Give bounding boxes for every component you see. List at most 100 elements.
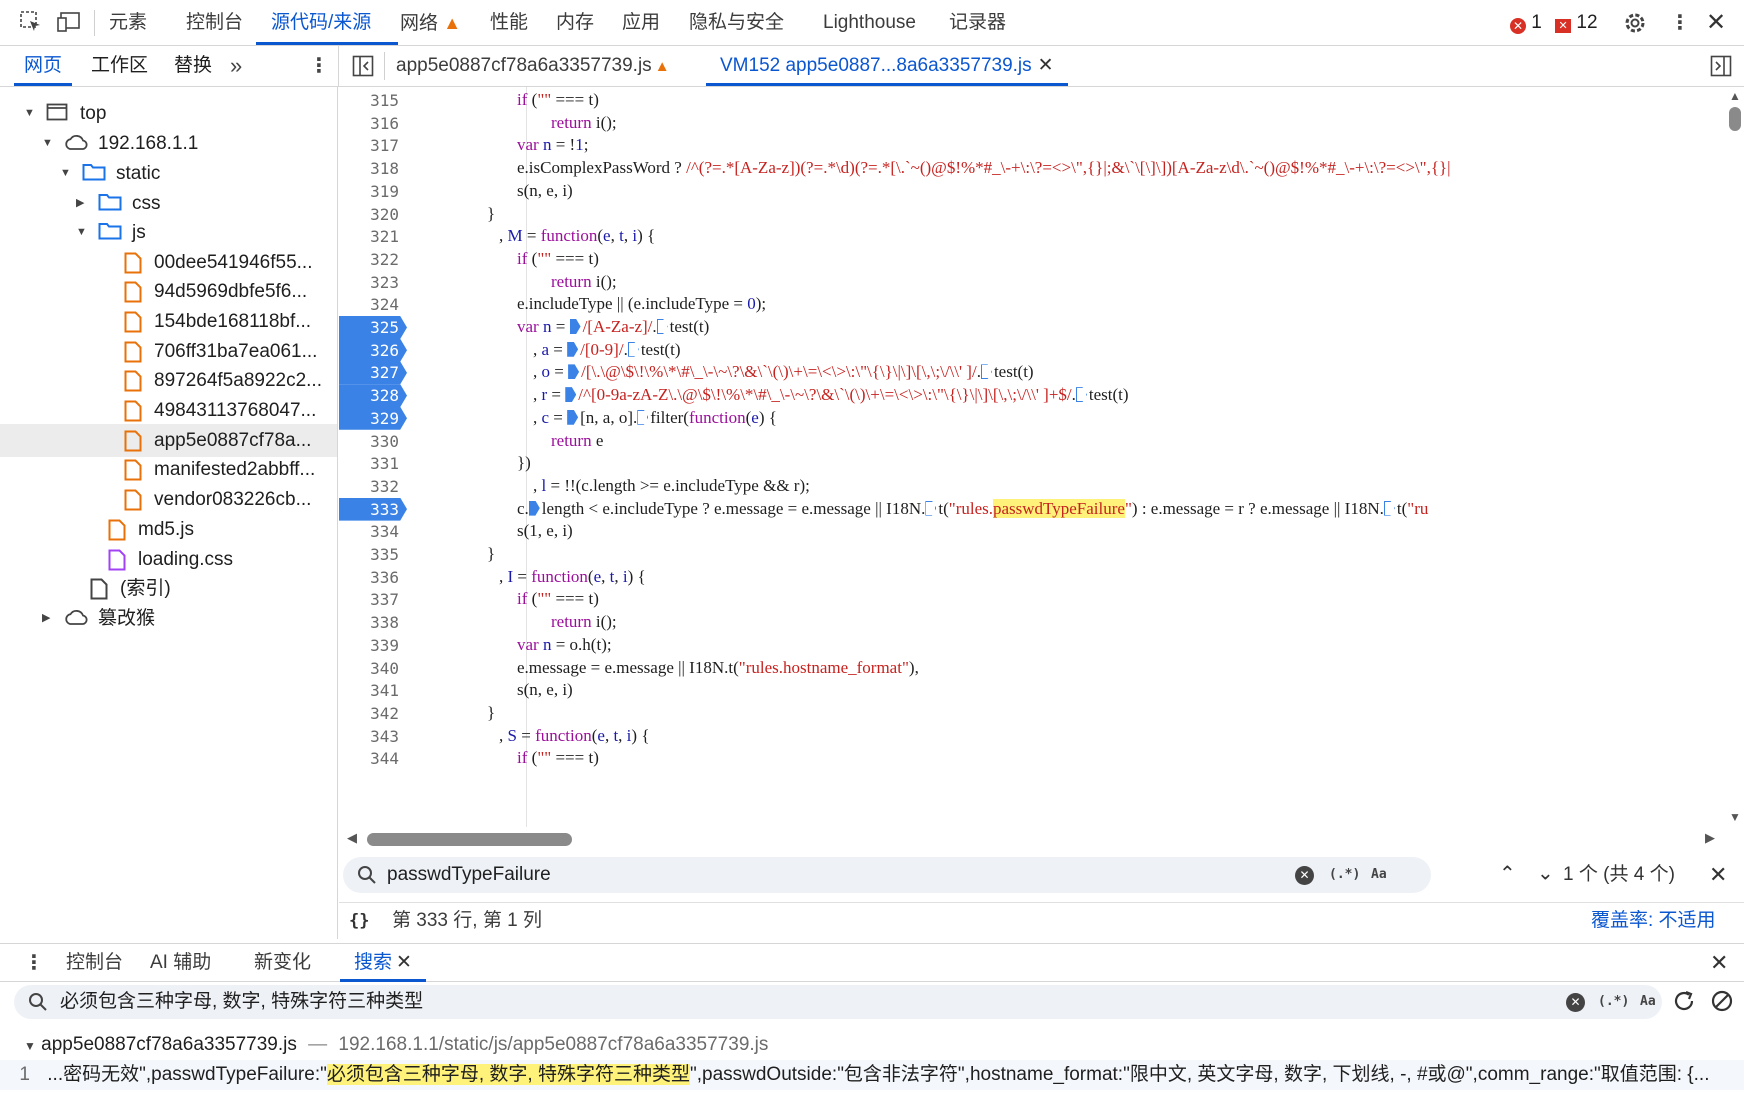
line-number[interactable]: 328 <box>339 383 399 408</box>
close-devtools-icon[interactable]: ✕ <box>1704 9 1728 37</box>
tab-privacy-security[interactable]: 隐私与安全 <box>689 0 784 45</box>
tree-item[interactable]: md5.js <box>0 513 337 546</box>
code-line[interactable]: return i(); <box>551 110 617 135</box>
code-line[interactable]: , M = function(e, t, i) { <box>499 223 655 248</box>
tab-performance[interactable]: 性能 <box>490 0 528 45</box>
tree-item[interactable]: manifested2abbff... <box>0 453 337 486</box>
tree-item[interactable]: ▼ js <box>0 216 337 249</box>
inspect-element-icon[interactable] <box>20 11 42 33</box>
global-search-input[interactable]: 必须包含三种字母, 数字, 特殊字符三种类型 <box>60 985 423 1019</box>
pretty-print-braces-icon[interactable]: {} <box>349 903 369 939</box>
more-tabs-chevron-icon[interactable]: » <box>230 46 242 86</box>
code-line[interactable]: var n = o.h(t); <box>517 632 612 657</box>
line-number[interactable]: 330 <box>339 429 399 454</box>
search-result-line[interactable]: 1 ...密码无效",passwdTypeFailure:"必须包含三种字母, … <box>0 1060 1744 1090</box>
horizontal-scrollbar[interactable]: ◀ ▶ <box>339 827 1744 851</box>
code-line[interactable]: return i(); <box>551 269 617 294</box>
line-number[interactable]: 333 <box>339 497 399 522</box>
drawer-tab-search[interactable]: 搜索 ✕ <box>340 944 426 982</box>
line-number[interactable]: 332 <box>339 474 399 499</box>
tree-item[interactable]: (索引) <box>0 572 337 605</box>
code-line[interactable]: if ("" === t) <box>517 87 599 112</box>
line-number[interactable]: 315 <box>339 88 399 113</box>
refresh-icon[interactable] <box>1672 989 1696 1013</box>
global-search-box[interactable]: 必须包含三种字母, 数字, 特殊字符三种类型 ✕ (.*) Aa <box>14 985 1662 1019</box>
line-number[interactable]: 319 <box>339 179 399 204</box>
line-number[interactable]: 335 <box>339 542 399 567</box>
tab-recorder[interactable]: 记录器 <box>949 0 1006 45</box>
tab-console[interactable]: 控制台 <box>186 0 243 45</box>
editor-tab-vm152[interactable]: VM152 app5e0887...8a6a3357739.js ✕ <box>706 46 1068 86</box>
tree-item[interactable]: vendor083226cb... <box>0 483 337 516</box>
tab-sources[interactable]: 源代码/来源 <box>256 0 398 45</box>
editor-tab-app-js[interactable]: app5e0887cf78a6a3357739.js ▲ <box>396 46 670 86</box>
drawer-tab-whats-new[interactable]: 新变化 <box>254 944 311 982</box>
close-find-icon[interactable]: ✕ <box>1709 857 1727 893</box>
code-line[interactable]: return i(); <box>551 609 617 634</box>
expanded-triangle-icon[interactable]: ▼ <box>60 157 71 190</box>
scroll-left-arrow-icon[interactable]: ◀ <box>347 830 357 846</box>
line-number[interactable]: 342 <box>339 701 399 726</box>
line-number[interactable]: 341 <box>339 678 399 703</box>
tree-item[interactable]: ▼ static <box>0 157 337 190</box>
line-number[interactable]: 340 <box>339 656 399 681</box>
line-number[interactable]: 331 <box>339 451 399 476</box>
code-line[interactable]: return e <box>551 428 603 453</box>
issue-counter[interactable]: ✕ 1 ✕ 12 <box>1510 12 1598 34</box>
find-input[interactable]: passwdTypeFailure <box>387 857 551 893</box>
vertical-scrollbar-thumb[interactable] <box>1729 107 1741 131</box>
tree-item[interactable]: 49843113768047... <box>0 394 337 427</box>
collapsed-triangle-icon[interactable]: ▶ <box>42 602 50 635</box>
tree-item[interactable]: 897264f5a8922c2... <box>0 364 337 397</box>
code-line[interactable]: , I = function(e, t, i) { <box>499 564 646 589</box>
line-number[interactable]: 320 <box>339 202 399 227</box>
tab-elements[interactable]: 元素 <box>109 0 147 45</box>
code-line[interactable]: , l = !!(c.length >= e.includeType && r)… <box>533 473 810 498</box>
code-line[interactable]: } <box>487 541 495 566</box>
settings-gear-icon[interactable] <box>1622 10 1648 36</box>
code-line[interactable]: var n = /[A-Za-z]/. test(t) <box>517 314 709 339</box>
device-toolbar-icon[interactable] <box>57 11 81 33</box>
code-line[interactable]: , c = [n, a, o]. filter(function(e) { <box>533 405 777 430</box>
horizontal-scrollbar-thumb[interactable] <box>367 833 572 846</box>
line-number[interactable]: 343 <box>339 724 399 749</box>
navigator-menu-icon[interactable]: ⋮ <box>309 52 329 80</box>
line-number[interactable]: 326 <box>339 338 399 363</box>
tree-item[interactable]: 154bde168118bf... <box>0 305 337 338</box>
code-line[interactable]: } <box>487 700 495 725</box>
scroll-up-arrow-icon[interactable]: ▲ <box>1729 89 1741 103</box>
previous-match-chevron-up-icon[interactable]: ⌃ <box>1499 861 1516 886</box>
line-number[interactable]: 325 <box>339 315 399 340</box>
code-line[interactable]: e.includeType || (e.includeType = 0); <box>517 291 766 316</box>
scroll-down-arrow-icon[interactable]: ▼ <box>1729 810 1741 824</box>
tree-item[interactable]: ▶ 篡改猴 <box>0 602 337 635</box>
code-line[interactable]: , S = function(e, t, i) { <box>499 723 649 748</box>
scroll-right-arrow-icon[interactable]: ▶ <box>1705 830 1715 846</box>
toggle-debugger-icon[interactable] <box>1710 55 1732 77</box>
regex-toggle[interactable]: (.*) <box>1329 857 1360 893</box>
tab-application[interactable]: 应用 <box>622 0 660 45</box>
line-number[interactable]: 334 <box>339 519 399 544</box>
code-line[interactable]: s(n, e, i) <box>517 178 573 203</box>
expanded-triangle-icon[interactable]: ▼ <box>76 216 87 249</box>
tab-network[interactable]: 网络 ▲ <box>400 0 461 45</box>
code-line[interactable]: } <box>487 201 495 226</box>
line-number[interactable]: 317 <box>339 133 399 158</box>
drawer-tab-console[interactable]: 控制台 <box>66 944 123 982</box>
code-line[interactable]: if ("" === t) <box>517 246 599 271</box>
tree-item[interactable]: ▼ 192.168.1.1 <box>0 127 337 160</box>
navigator-tab-workspace[interactable]: 工作区 <box>91 46 148 86</box>
drawer-tab-ai-assistance[interactable]: AI 辅助 <box>150 944 211 982</box>
tab-lighthouse[interactable]: Lighthouse <box>823 0 916 45</box>
clear-find-icon[interactable]: ✕ <box>1295 866 1314 885</box>
code-line[interactable]: s(n, e, i) <box>517 677 573 702</box>
code-line[interactable]: if ("" === t) <box>517 586 599 611</box>
tree-item[interactable]: ▼ top <box>0 97 337 130</box>
code-line[interactable]: var n = !1; <box>517 132 588 157</box>
search-result-file[interactable]: ▼ app5e0887cf78a6a3357739.js — 192.168.1… <box>0 1030 1744 1060</box>
line-number[interactable]: 329 <box>339 406 399 431</box>
close-tab-icon[interactable]: ✕ <box>396 952 412 973</box>
clear-search-icon[interactable]: ✕ <box>1566 993 1585 1012</box>
line-number[interactable]: 337 <box>339 587 399 612</box>
line-number[interactable]: 339 <box>339 633 399 658</box>
